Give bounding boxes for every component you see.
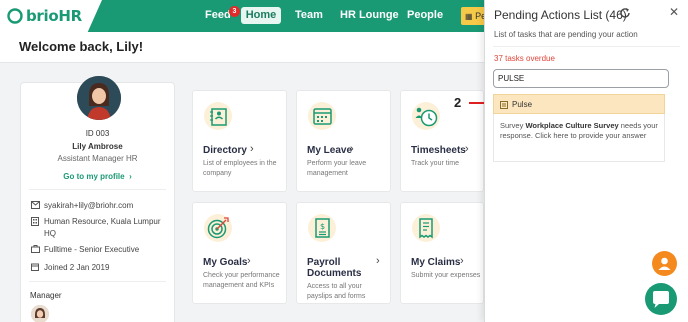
chevron-right-icon: ›	[465, 143, 469, 155]
calendar-small-icon	[31, 263, 39, 271]
task-text-prefix: Survey	[500, 121, 526, 130]
directory-icon	[204, 102, 232, 130]
avatar-image	[77, 76, 121, 120]
department-text: Human Resource, Kuala Lumpur HQ	[44, 217, 161, 238]
logo-text: brioHR	[26, 7, 82, 25]
tile-title: Payroll Documents	[307, 257, 362, 279]
go-to-profile-label: Go to my profile	[63, 172, 125, 181]
logo-area[interactable]: brioHR	[0, 0, 102, 32]
joined-row: Joined 2 Jan 2019	[31, 262, 109, 274]
tile-title: My Claims	[411, 257, 461, 268]
divider	[29, 281, 166, 282]
chevron-right-icon: ›	[247, 255, 251, 267]
chat-icon	[653, 291, 669, 308]
tile-my-goals[interactable]: My Goals › Check your performance manage…	[192, 202, 287, 304]
mail-icon	[31, 201, 40, 209]
tile-description: Track your time	[411, 160, 459, 167]
briefcase-icon	[31, 245, 40, 253]
nav-home[interactable]: Home	[241, 7, 281, 24]
chevron-right-icon: ›	[250, 143, 254, 155]
go-to-profile-link[interactable]: Go to my profile ›	[21, 172, 174, 181]
employee-title: Assistant Manager HR	[57, 154, 138, 163]
pulse-icon	[500, 101, 508, 109]
nav-feed[interactable]: Feed	[205, 9, 231, 21]
nav-hr-lounge[interactable]: HR Lounge	[340, 9, 399, 21]
chevron-right-icon: ›	[460, 255, 464, 267]
overdue-count: 37 tasks overdue	[494, 54, 555, 63]
divider	[493, 46, 680, 47]
welcome-title: Welcome back, Lily!	[19, 39, 144, 54]
feed-notification-badge: 3	[229, 6, 240, 17]
employee-id: ID 003	[85, 129, 110, 138]
department-row: Human Resource, Kuala Lumpur HQ	[31, 216, 171, 240]
tile-title: Timesheets	[411, 145, 466, 156]
tile-description: List of employees in the company	[203, 160, 277, 177]
pulse-category-label: Pulse	[512, 100, 533, 109]
nav-team[interactable]: Team	[295, 9, 323, 21]
tile-payroll-documents[interactable]: $ Payroll Documents › Access to all your…	[296, 202, 391, 304]
divider	[29, 189, 166, 190]
chevron-right-icon: ›	[126, 172, 132, 181]
tile-directory[interactable]: Directory › List of employees in the com…	[192, 90, 287, 192]
avatar[interactable]	[77, 76, 121, 120]
building-icon	[31, 217, 39, 226]
pending-chip-icon: ▦	[465, 12, 473, 21]
tile-title: My Leave	[307, 145, 353, 156]
tile-title: Directory	[203, 145, 247, 156]
tile-my-claims[interactable]: My Claims › Submit your expenses	[400, 202, 484, 304]
profile-fab-button[interactable]	[652, 251, 677, 276]
panel-title: Pending Actions List (46)	[494, 8, 627, 22]
tile-description: Access to all your payslips and forms	[307, 283, 366, 300]
profile-card: ID 003 Lily Ambrose Assistant Manager HR…	[20, 76, 175, 322]
manager-label: Manager	[30, 291, 62, 300]
user-icon	[658, 257, 671, 270]
manager-avatar-image	[31, 305, 49, 322]
panel-subtitle: List of tasks that are pending your acti…	[494, 30, 638, 39]
target-icon	[204, 214, 232, 242]
employment-row: Fulltime - Senior Executive	[31, 244, 139, 256]
manager-avatar[interactable]	[31, 305, 49, 322]
tile-my-leave[interactable]: My Leave › Perform your leave management	[296, 90, 391, 192]
survey-name: Workplace Culture Survey	[525, 121, 619, 130]
calendar-icon	[308, 102, 336, 130]
pulse-category-header[interactable]: Pulse	[493, 94, 665, 114]
tile-description: Check your performance management and KP…	[203, 272, 280, 289]
chevron-right-icon: ›	[350, 143, 354, 155]
search-input[interactable]	[493, 69, 669, 88]
svg-text:$: $	[320, 222, 325, 231]
step-annotation-number: 2	[454, 95, 462, 110]
pulse-task-item[interactable]: Survey Workplace Culture Survey needs yo…	[493, 114, 665, 162]
tile-description: Submit your expenses	[411, 272, 481, 279]
brio-logo-icon	[7, 8, 23, 24]
joined-text: Joined 2 Jan 2019	[44, 263, 110, 272]
tile-description: Perform your leave management	[307, 160, 367, 177]
employee-name: Lily Ambrose	[72, 142, 123, 151]
employment-text: Fulltime - Senior Executive	[44, 245, 140, 254]
nav-people[interactable]: People	[407, 9, 443, 21]
timesheet-clock-icon	[412, 102, 440, 130]
close-icon[interactable]: ✕	[669, 5, 679, 19]
refresh-icon[interactable]	[619, 7, 631, 19]
chevron-right-icon: ›	[376, 255, 380, 267]
email-text: syakirah+lily@briohr.com	[44, 201, 134, 210]
receipt-icon	[412, 214, 440, 242]
email-row: syakirah+lily@briohr.com	[31, 200, 133, 212]
tile-title: My Goals	[203, 257, 248, 268]
chat-fab-button[interactable]	[645, 283, 677, 315]
payroll-document-icon: $	[308, 214, 336, 242]
